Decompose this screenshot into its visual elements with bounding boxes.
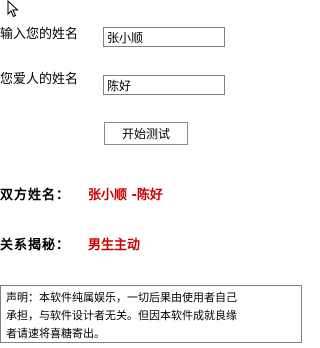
lover-name-input[interactable]: [103, 75, 225, 95]
name-input[interactable]: [103, 27, 225, 47]
pair-names-value: 张小顺 -陈好: [88, 188, 163, 203]
start-test-button[interactable]: 开始测试: [104, 122, 188, 145]
disclaimer-box: 声明：本软件纯属娱乐，一切后果由使用者自己 承担，与软件设计者无关。但因本软件成…: [0, 285, 302, 343]
mouse-pointer-icon: [7, 0, 19, 18]
relationship-reveal-label: 关系揭秘：: [0, 238, 71, 253]
name-label: 输入您的姓名: [0, 27, 79, 42]
lover-name-label: 您爱人的姓名: [0, 72, 79, 87]
relationship-reveal-value: 男生主动: [88, 238, 141, 253]
pair-names-label: 双方姓名：: [0, 188, 71, 203]
